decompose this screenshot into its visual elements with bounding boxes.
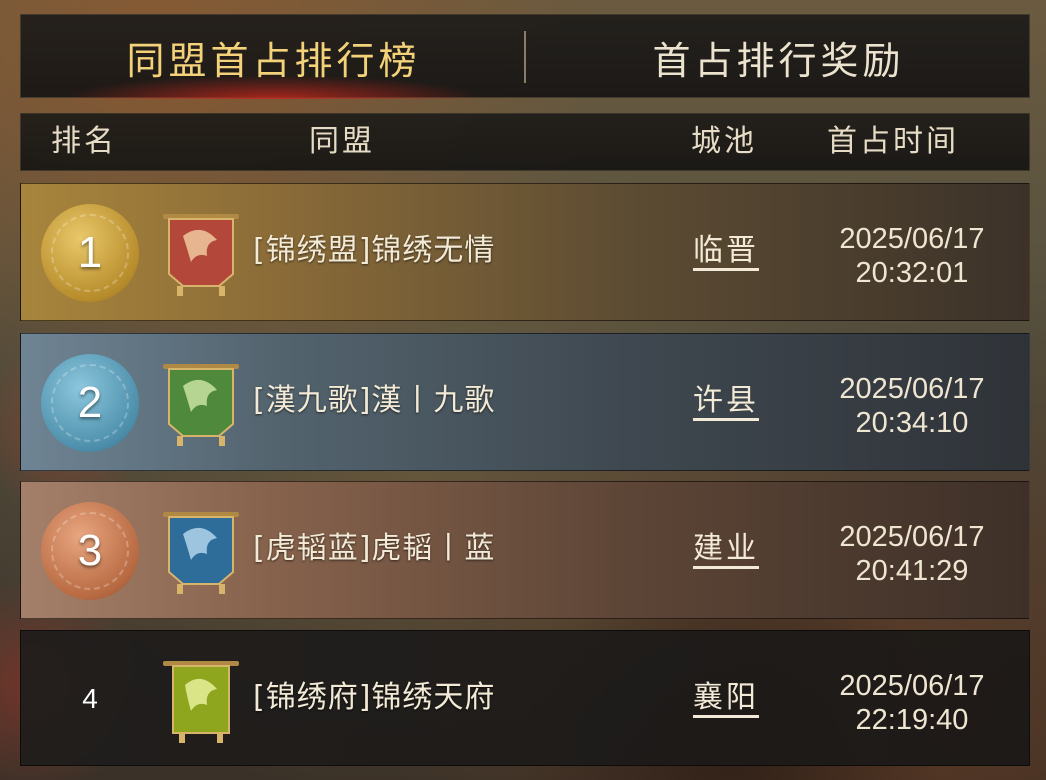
tab-alliance-first-capture-ranking[interactable]: 同盟首占排行榜 bbox=[21, 15, 526, 99]
table-header: 排名 同盟 城池 首占时间 bbox=[20, 113, 1030, 171]
table-row: 2 [漢九歌]漢丨九歌 许县 2025/06/17 20:34:10 bbox=[20, 333, 1030, 471]
rank-number: 3 bbox=[77, 526, 103, 575]
tab-label: 同盟首占排行榜 bbox=[126, 38, 421, 83]
capture-clock: 20:32:01 bbox=[855, 257, 969, 289]
capture-date: 2025/06/17 bbox=[839, 373, 985, 405]
rank-number: 4 bbox=[82, 683, 98, 714]
table-row: 1 [锦绣盟]锦绣无情 临晋 2025/06/17 20:32:01 bbox=[20, 183, 1030, 321]
rank-medal-icon: 3 bbox=[41, 502, 139, 600]
rank-medal-icon: 1 bbox=[41, 204, 139, 302]
table-row: 3 [虎韬蓝]虎韬丨蓝 建业 2025/06/17 20:41:29 bbox=[20, 481, 1030, 619]
city-link[interactable]: 襄阳 bbox=[693, 631, 759, 767]
column-header-time: 首占时间 bbox=[827, 124, 959, 159]
city-link[interactable]: 临晋 bbox=[693, 184, 759, 320]
tab-first-capture-reward[interactable]: 首占排行奖励 bbox=[526, 15, 1031, 99]
first-capture-time: 2025/06/17 20:32:01 bbox=[801, 222, 1023, 290]
capture-clock: 20:34:10 bbox=[855, 407, 969, 439]
capture-clock: 22:19:40 bbox=[855, 704, 969, 736]
alliance-banner-icon bbox=[161, 362, 241, 446]
first-capture-time: 2025/06/17 22:19:40 bbox=[801, 669, 1023, 737]
alliance-name: [虎韬蓝]虎韬丨蓝 bbox=[253, 531, 496, 566]
rank-number: 2 bbox=[77, 378, 103, 427]
alliance-banner-icon bbox=[161, 510, 241, 594]
alliance-banner-icon bbox=[161, 659, 241, 743]
rank-number: 1 bbox=[77, 228, 103, 277]
first-capture-time: 2025/06/17 20:34:10 bbox=[801, 372, 1023, 440]
capture-date: 2025/06/17 bbox=[839, 670, 985, 702]
city-link[interactable]: 许县 bbox=[693, 334, 759, 470]
alliance-name: [锦绣府]锦绣天府 bbox=[253, 680, 496, 715]
table-row: 4 [锦绣府]锦绣天府 襄阳 2025/06/17 22:19:40 bbox=[20, 630, 1030, 766]
rank-medal-icon: 2 bbox=[41, 354, 139, 452]
alliance-name: [漢九歌]漢丨九歌 bbox=[253, 383, 496, 418]
column-header-rank: 排名 bbox=[51, 124, 117, 159]
capture-date: 2025/06/17 bbox=[839, 521, 985, 553]
alliance-banner-icon bbox=[161, 212, 241, 296]
column-header-alliance: 同盟 bbox=[309, 124, 375, 159]
column-header-city: 城池 bbox=[691, 124, 757, 159]
tab-label: 首占排行奖励 bbox=[652, 38, 905, 83]
capture-date: 2025/06/17 bbox=[839, 223, 985, 255]
tab-bar: 同盟首占排行榜 首占排行奖励 bbox=[20, 14, 1031, 99]
first-capture-time: 2025/06/17 20:41:29 bbox=[801, 520, 1023, 588]
capture-clock: 20:41:29 bbox=[855, 555, 969, 587]
alliance-name: [锦绣盟]锦绣无情 bbox=[253, 233, 496, 268]
city-link[interactable]: 建业 bbox=[693, 482, 759, 618]
